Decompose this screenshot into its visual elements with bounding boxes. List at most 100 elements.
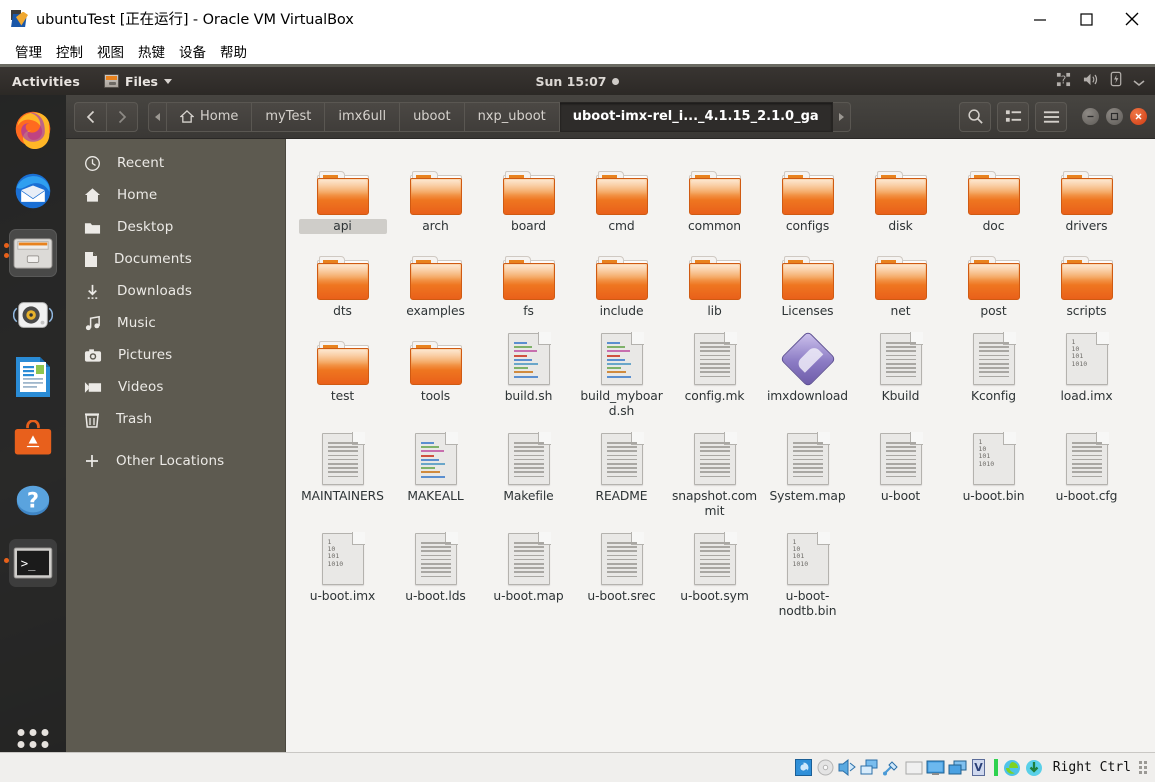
file-item[interactable]: u-boot.cfg [1040,421,1133,521]
dock-item-terminal[interactable]: >_ [9,539,57,587]
forward-button[interactable] [106,102,138,132]
app-menu-files[interactable]: Files [104,74,172,89]
sidebar-item-trash[interactable]: Trash [66,403,285,435]
search-button[interactable] [959,102,991,132]
video-capture-icon[interactable]: V [970,759,990,777]
sidebar-item-pictures[interactable]: Pictures [66,339,285,371]
resize-grip-icon[interactable] [1139,761,1147,774]
battery-icon[interactable] [1110,71,1122,91]
activities-button[interactable]: Activities [12,74,80,89]
file-item[interactable]: u-boot [854,421,947,521]
sidebar-item-recent[interactable]: Recent [66,147,285,179]
hard-disk-icon[interactable] [794,759,814,777]
file-item[interactable]: 1101011010u-boot-nodtb.bin [761,521,854,621]
file-item[interactable]: include [575,236,668,321]
file-item[interactable]: scripts [1040,236,1133,321]
file-item[interactable]: Makefile [482,421,575,521]
file-item[interactable]: Kconfig [947,321,1040,421]
sidebar-item-home[interactable]: Home [66,179,285,211]
sidebar-item-other-locations[interactable]: Other Locations [66,445,285,477]
breadcrumb-scroll-left[interactable] [148,102,166,132]
file-item[interactable]: examples [389,236,482,321]
dock-item-firefox[interactable] [9,105,57,153]
file-item[interactable]: u-boot.map [482,521,575,621]
file-item[interactable]: doc [947,151,1040,236]
file-item[interactable]: configs [761,151,854,236]
file-item[interactable]: u-boot.lds [389,521,482,621]
file-item[interactable]: Licenses [761,236,854,321]
breadcrumb-home[interactable]: Home [166,102,252,132]
dock-item-rhythmbox[interactable] [9,291,57,339]
system-menu-chevron-icon[interactable] [1133,72,1145,91]
maximize-button[interactable] [1063,0,1109,38]
file-item[interactable]: lib [668,236,761,321]
volume-icon[interactable] [1082,72,1099,91]
file-item[interactable]: 1101011010u-boot.bin [947,421,1040,521]
breadcrumb-uboot[interactable]: uboot [400,102,465,132]
file-item[interactable]: 1101011010u-boot.imx [296,521,389,621]
breadcrumb-scroll-right[interactable] [833,102,851,132]
breadcrumb-imx6ull[interactable]: imx6ull [325,102,400,132]
file-item[interactable]: README [575,421,668,521]
menu-help[interactable]: 帮助 [213,39,254,63]
file-item[interactable]: arch [389,151,482,236]
file-item[interactable]: u-boot.srec [575,521,668,621]
main-menu-button[interactable] [1035,102,1067,132]
dock-item-thunderbird[interactable] [9,167,57,215]
breadcrumb-nxp-uboot[interactable]: nxp_uboot [465,102,560,132]
minimize-button[interactable] [1017,0,1063,38]
file-item[interactable]: board [482,151,575,236]
optical-disk-icon[interactable] [816,759,836,777]
file-item[interactable]: api [296,151,389,236]
file-item[interactable]: tools [389,321,482,421]
network-icon[interactable] [860,759,880,777]
dock-item-files[interactable] [9,229,57,277]
back-button[interactable] [74,102,106,132]
dock-item-ubuntu-software[interactable] [9,415,57,463]
file-item[interactable]: test [296,321,389,421]
clock-menu[interactable]: Sun 15:07 [536,74,620,89]
files-content-area[interactable]: apiarchboardcmdcommonconfigsdiskdocdrive… [286,139,1155,752]
keyboard-capture-icon[interactable] [1024,759,1044,777]
accessibility-icon[interactable]: ? [1056,72,1071,91]
file-item[interactable]: Kbuild [854,321,947,421]
sidebar-item-music[interactable]: Music [66,307,285,339]
file-item[interactable]: build.sh [482,321,575,421]
file-item[interactable]: drivers [1040,151,1133,236]
breadcrumb-mytest[interactable]: myTest [252,102,325,132]
file-item[interactable]: dts [296,236,389,321]
file-item[interactable]: u-boot.sym [668,521,761,621]
file-item[interactable]: System.map [761,421,854,521]
file-item[interactable]: disk [854,151,947,236]
breadcrumb-current[interactable]: uboot-imx-rel_i..._4.1.15_2.1.0_ga [560,102,833,132]
menu-hotkey[interactable]: 热键 [131,39,172,63]
remote-display-icon[interactable] [948,759,968,777]
file-item[interactable]: build_myboard.sh [575,321,668,421]
view-options-button[interactable] [997,102,1029,132]
audio-icon[interactable] [838,759,858,777]
file-item[interactable]: config.mk [668,321,761,421]
sidebar-item-videos[interactable]: Videos [66,371,285,403]
menu-control[interactable]: 控制 [49,39,90,63]
file-item[interactable]: 1101011010load.imx [1040,321,1133,421]
file-item[interactable]: MAINTAINERS [296,421,389,521]
menu-view[interactable]: 视图 [90,39,131,63]
file-item[interactable]: common [668,151,761,236]
sidebar-item-downloads[interactable]: Downloads [66,275,285,307]
menu-devices[interactable]: 设备 [172,39,213,63]
display-icon[interactable] [926,759,946,777]
file-item[interactable]: imxdownload [761,321,854,421]
sidebar-item-desktop[interactable]: Desktop [66,211,285,243]
usb-icon[interactable] [882,759,902,777]
files-close-button[interactable] [1130,108,1147,125]
dock-item-help[interactable]: ? [9,477,57,525]
sidebar-item-documents[interactable]: Documents [66,243,285,275]
file-item[interactable]: snapshot.commit [668,421,761,521]
file-item[interactable]: cmd [575,151,668,236]
files-maximize-button[interactable] [1106,108,1123,125]
files-minimize-button[interactable] [1082,108,1099,125]
file-item[interactable]: net [854,236,947,321]
mouse-integration-icon[interactable] [1002,759,1022,777]
dock-item-libreoffice-writer[interactable] [9,353,57,401]
file-item[interactable]: fs [482,236,575,321]
